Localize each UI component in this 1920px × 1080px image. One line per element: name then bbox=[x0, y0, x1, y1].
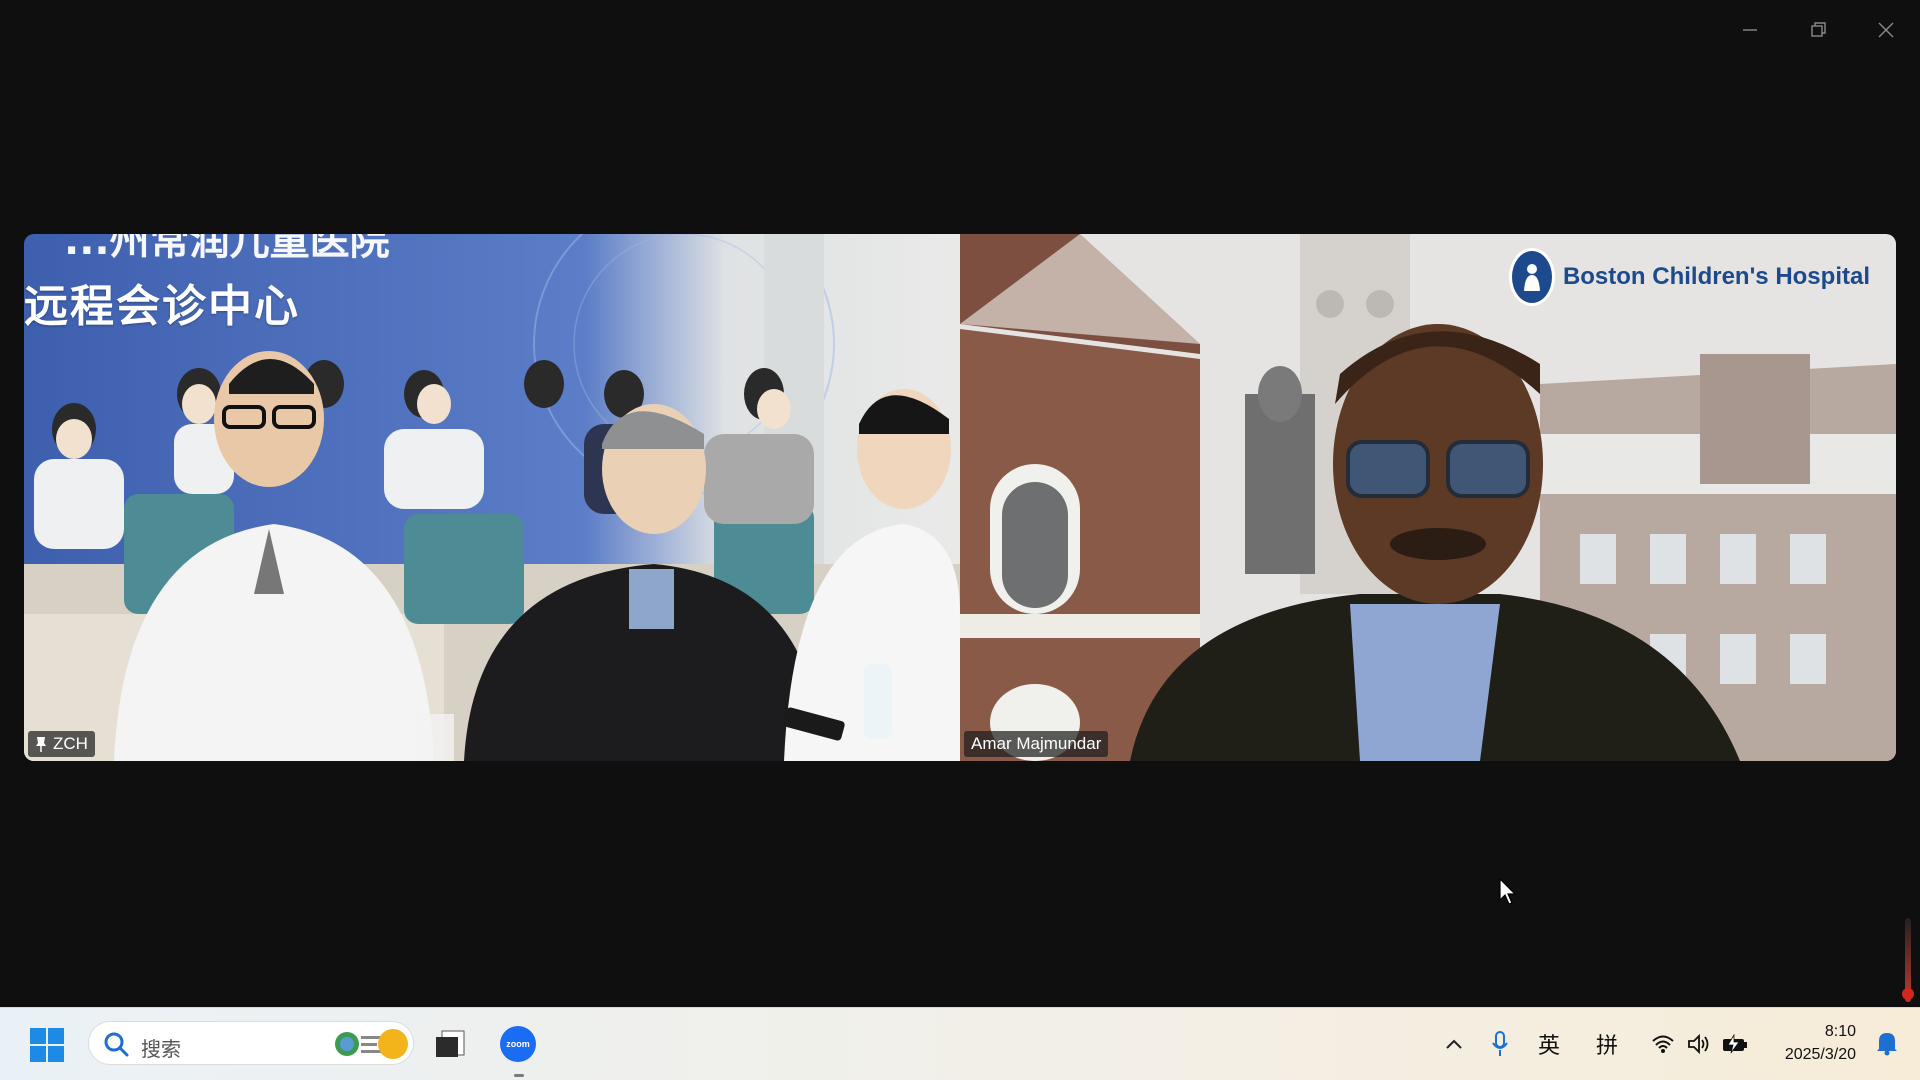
volume-button[interactable] bbox=[1684, 1028, 1714, 1060]
taskbar-search-box[interactable]: 搜索 bbox=[88, 1021, 414, 1065]
temperature-bulb-icon bbox=[1902, 988, 1914, 1000]
chevron-up-icon bbox=[1446, 1039, 1462, 1049]
show-hidden-icons-button[interactable] bbox=[1440, 1028, 1468, 1060]
minimize-icon bbox=[1743, 29, 1757, 31]
microphone-icon bbox=[1492, 1031, 1508, 1056]
restore-button[interactable] bbox=[1784, 0, 1852, 60]
start-button[interactable] bbox=[29, 1027, 65, 1063]
video-tile-amar[interactable]: Boston Children's Hospital Amar Majmunda… bbox=[960, 234, 1896, 761]
banner-top-text: ...州常润儿童医院 bbox=[64, 234, 390, 264]
ime-language-button[interactable]: 英 bbox=[1532, 1028, 1566, 1060]
close-icon bbox=[1878, 22, 1894, 38]
search-highlight-icon bbox=[335, 1029, 408, 1059]
running-indicator bbox=[514, 1074, 524, 1077]
participant-name: ZCH bbox=[53, 734, 88, 753]
search-icon bbox=[104, 1032, 129, 1057]
battery-button[interactable] bbox=[1720, 1028, 1750, 1060]
zoom-icon: zoom bbox=[500, 1026, 536, 1062]
ime-language-label: 英 bbox=[1537, 1034, 1560, 1059]
clock-date: 2025/3/20 bbox=[1784, 1046, 1856, 1063]
file-explorer-button[interactable] bbox=[428, 1022, 472, 1066]
boston-childrens-logo: Boston Children's Hospital bbox=[1508, 248, 1870, 306]
participant-name: Amar Majmundar bbox=[971, 734, 1102, 753]
notifications-button[interactable] bbox=[1876, 1030, 1898, 1061]
window-controls bbox=[1716, 0, 1920, 60]
bell-icon bbox=[1877, 1033, 1897, 1056]
windows-logo-icon bbox=[30, 1028, 64, 1062]
close-button[interactable] bbox=[1852, 0, 1920, 60]
battery-charging-icon bbox=[1723, 1034, 1747, 1054]
participant-name-tag: Amar Majmundar bbox=[964, 731, 1109, 757]
taskbar: 搜索 zoom 英 拼 8:10 2025/3/20 bbox=[0, 1007, 1920, 1080]
participant-name-tag: ZCH bbox=[28, 731, 95, 757]
hospital-emblem-icon bbox=[1508, 248, 1555, 306]
logo-text: Boston Children's Hospital bbox=[1562, 263, 1870, 290]
ime-mode-label: 拼 bbox=[1595, 1034, 1618, 1059]
minimize-button[interactable] bbox=[1716, 0, 1784, 60]
virtual-background-video bbox=[960, 234, 1896, 761]
video-tile-zch[interactable]: ...州常润儿童医院 远程会诊中心 ZCH bbox=[24, 234, 960, 761]
mouse-cursor-icon bbox=[1499, 878, 1517, 905]
wifi-button[interactable] bbox=[1648, 1028, 1678, 1060]
wifi-icon bbox=[1652, 1035, 1674, 1053]
search-placeholder: 搜索 bbox=[141, 1037, 181, 1061]
clock-time: 8:10 bbox=[1824, 1023, 1856, 1040]
clock[interactable]: 8:10 2025/3/20 bbox=[1785, 1020, 1856, 1066]
volume-icon bbox=[1688, 1034, 1709, 1054]
file-explorer-icon bbox=[436, 1030, 465, 1057]
zoom-taskbar-button[interactable]: zoom bbox=[496, 1022, 540, 1066]
ime-mode-button[interactable]: 拼 bbox=[1590, 1028, 1624, 1060]
restore-icon bbox=[1811, 22, 1826, 37]
pin-icon bbox=[36, 737, 46, 752]
microphone-button[interactable] bbox=[1486, 1028, 1514, 1060]
banner-text: 远程会诊中心 bbox=[24, 281, 300, 332]
